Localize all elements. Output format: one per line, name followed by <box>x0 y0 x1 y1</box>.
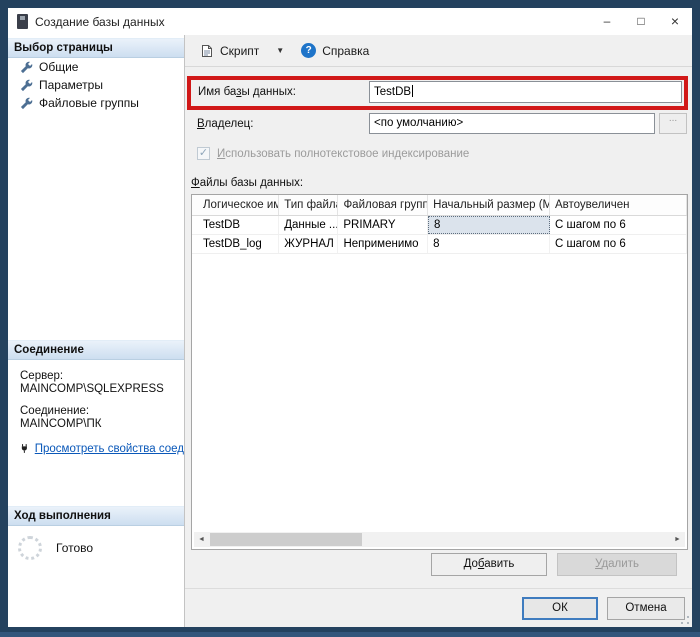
sidebar-item-label: Файловые группы <box>39 96 139 110</box>
grid-cell[interactable]: С шагом по 6 <box>550 235 687 253</box>
maximize-icon[interactable]: □ <box>624 8 658 35</box>
fulltext-checkbox[interactable]: ✓ <box>197 147 210 160</box>
app-icon <box>17 14 28 29</box>
wrench-icon <box>20 79 33 92</box>
dialog-window: Создание базы данных – □ × Выбор страниц… <box>8 8 692 627</box>
table-header-row: Логическое имя Тип файла Файловая группа… <box>192 195 687 216</box>
files-table: Логическое имя Тип файла Файловая группа… <box>191 194 688 550</box>
view-connection-properties-link[interactable]: Просмотреть свойства соед <box>35 443 184 455</box>
grid-cell-selected[interactable]: 8 <box>428 216 550 234</box>
ok-button[interactable]: ОК <box>522 597 598 620</box>
sidebar-item-options[interactable]: Параметры <box>8 76 184 94</box>
db-name-input[interactable]: TestDB <box>369 81 682 103</box>
sidebar-item-label: Параметры <box>39 78 103 92</box>
grid-cell[interactable]: ЖУРНАЛ <box>279 235 338 253</box>
grid-cell[interactable]: PRIMARY <box>338 216 428 234</box>
resize-grip[interactable] <box>681 616 689 624</box>
footer-bar: ОК Отмена <box>185 588 692 627</box>
owner-label: Владелец: <box>197 118 253 130</box>
add-button[interactable]: Добавить <box>431 553 547 576</box>
table-row: TestDB Данные ... PRIMARY 8 С шагом по 6 <box>192 216 687 235</box>
horizontal-scrollbar[interactable]: ◄ ► <box>194 532 685 547</box>
grid-cell[interactable]: Данные ... <box>279 216 338 234</box>
column-header: Логическое имя <box>192 195 279 215</box>
scroll-left-icon[interactable]: ◄ <box>194 532 209 547</box>
grid-cell[interactable]: TestDB <box>192 216 279 234</box>
plug-icon <box>20 442 29 455</box>
scrollbar-thumb[interactable] <box>210 533 362 546</box>
progress-section-header: Ход выполнения <box>8 506 184 526</box>
wrench-icon <box>20 61 33 74</box>
progress-spinner-icon <box>18 536 42 560</box>
general-page-content: Имя базы данных: TestDB Владелец: <по ум… <box>185 67 692 627</box>
connection-section-header: Соединение <box>8 340 184 360</box>
sidebar: Выбор страницы Общие Параметры Файловые … <box>8 35 185 627</box>
screen-background: Создание базы данных – □ × Выбор страниц… <box>0 0 700 637</box>
highlight-annotation: Имя базы данных: TestDB <box>187 76 688 110</box>
grid-cell[interactable]: TestDB_log <box>192 235 279 253</box>
close-icon[interactable]: × <box>658 8 692 35</box>
fulltext-label: Использовать полнотекстовое индексирован… <box>217 148 469 160</box>
server-label: Сервер: <box>20 370 184 382</box>
db-name-label: Имя базы данных: <box>198 86 296 98</box>
column-header: Начальный размер (МБ) <box>428 195 550 215</box>
column-header: Тип файла <box>279 195 338 215</box>
help-icon: ? <box>301 43 316 58</box>
window-controls: – □ × <box>590 8 692 35</box>
script-dropdown-icon[interactable]: ▼ <box>268 46 292 55</box>
connection-section: Соединение Сервер: MAINCOMP\SQLEXPRESS С… <box>8 340 184 455</box>
cancel-button[interactable]: Отмена <box>607 597 685 620</box>
grid-cell[interactable]: С шагом по 6 <box>550 216 687 234</box>
grid-cell[interactable]: 8 <box>428 235 550 253</box>
sidebar-item-label: Общие <box>39 60 78 74</box>
text-caret <box>412 85 413 97</box>
owner-browse-button[interactable]: ... <box>659 113 687 134</box>
window-title: Создание базы данных <box>35 15 165 29</box>
help-button-label: Справка <box>322 44 369 58</box>
column-header: Автоувеличен <box>550 195 687 215</box>
toolbar: Скрипт ▼ ? Справка <box>185 35 692 67</box>
fulltext-row: ✓ Использовать полнотекстовое индексиров… <box>197 147 469 160</box>
server-value: MAINCOMP\SQLEXPRESS <box>20 383 184 395</box>
script-button-label: Скрипт <box>220 44 259 58</box>
remove-button[interactable]: Удалить <box>557 553 677 576</box>
sidebar-item-filegroups[interactable]: Файловые группы <box>8 94 184 112</box>
table-row: TestDB_log ЖУРНАЛ Неприменимо 8 С шагом … <box>192 235 687 254</box>
page-selector-section: Выбор страницы Общие Параметры Файловые … <box>8 38 184 112</box>
connection-label: Соединение: <box>20 405 184 417</box>
script-button[interactable]: Скрипт <box>195 40 264 62</box>
sidebar-item-general[interactable]: Общие <box>8 58 184 76</box>
grid-cell[interactable]: Неприменимо <box>338 235 428 253</box>
wrench-icon <box>20 97 33 110</box>
pages-section-header: Выбор страницы <box>8 38 184 58</box>
progress-status: Готово <box>56 541 93 555</box>
main-panel: Скрипт ▼ ? Справка Имя базы данных: Test… <box>185 35 692 627</box>
progress-section: Ход выполнения Готово <box>8 506 184 560</box>
column-header: Файловая группа <box>338 195 428 215</box>
connection-value: MAINCOMP\ПК <box>20 418 184 430</box>
script-icon <box>200 44 214 58</box>
minimize-icon[interactable]: – <box>590 8 624 35</box>
files-label: Файлы базы данных: <box>191 177 303 189</box>
scroll-right-icon[interactable]: ► <box>670 532 685 547</box>
owner-input[interactable]: <по умолчанию> <box>369 113 655 134</box>
help-button[interactable]: ? Справка <box>296 39 374 62</box>
title-bar: Создание базы данных – □ × <box>8 8 692 35</box>
